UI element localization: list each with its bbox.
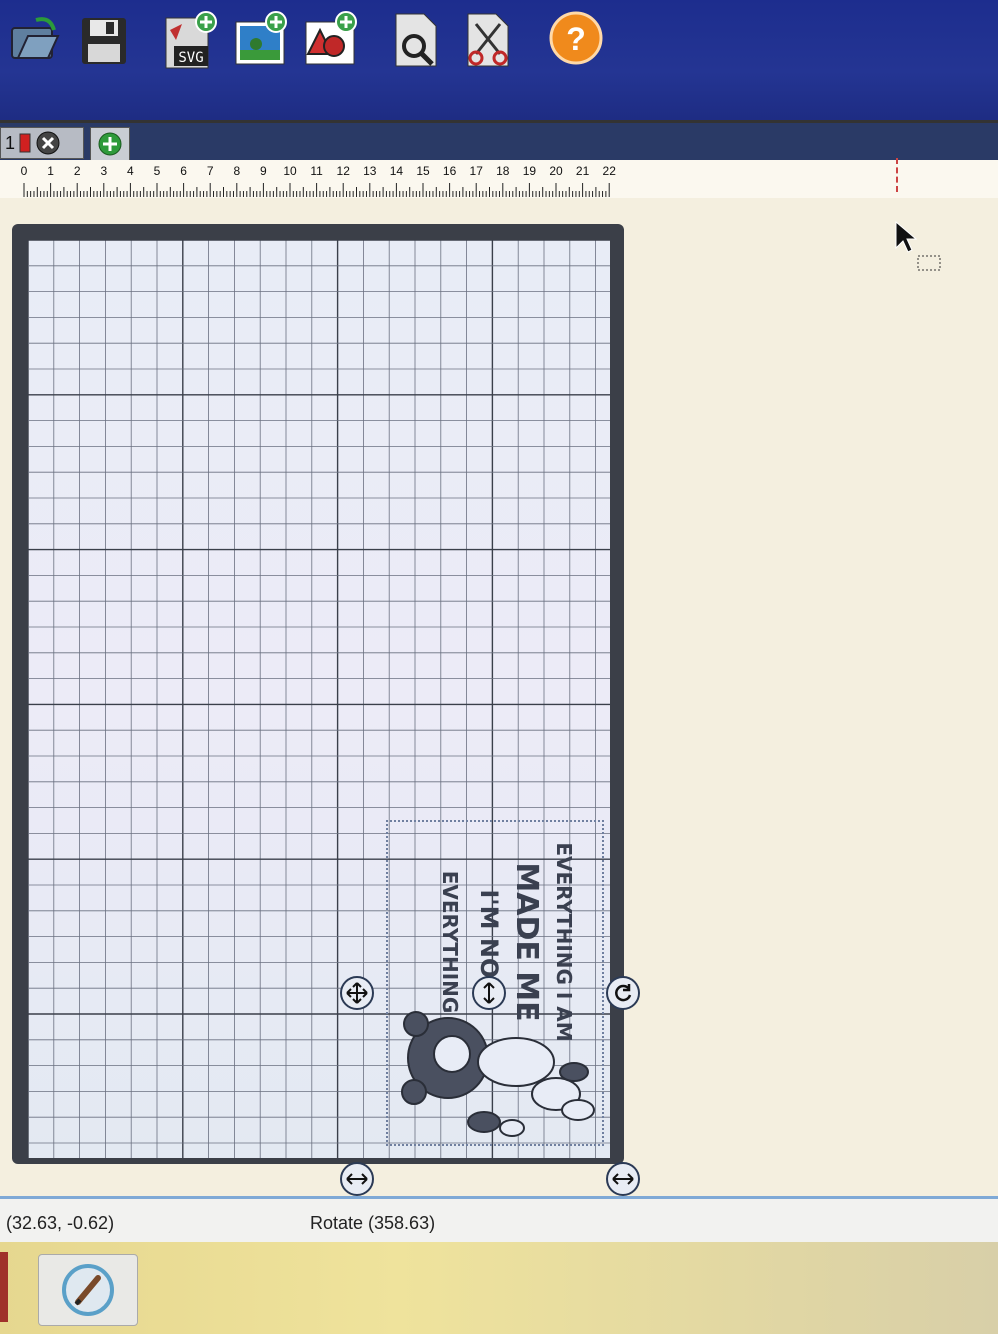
ruler-tick-label: 9 xyxy=(260,164,267,178)
design-text-line-1: EVERYTHING I AM xyxy=(552,842,576,1041)
ruler-tick-label: 5 xyxy=(154,164,161,178)
ruler-tick-label: 4 xyxy=(127,164,134,178)
ruler-tick-label: 21 xyxy=(576,164,590,178)
ruler-tick-label: 17 xyxy=(470,164,484,178)
taskbar-edge-item xyxy=(0,1252,8,1322)
ruler-tick-label: 6 xyxy=(180,164,187,178)
ruler-tick-label: 19 xyxy=(523,164,537,178)
design-canvas[interactable]: EVERYTHING I AM MADE ME I'M NOT EVERYTHI… xyxy=(0,158,998,1196)
import-image-icon xyxy=(235,11,287,65)
open-file-button[interactable] xyxy=(6,10,62,70)
help-icon: ? xyxy=(549,11,603,65)
scissors-page-icon xyxy=(467,13,509,67)
ruler-ticks: 0 1 2 3 4 5 6 7 8 9 10 11 12 13 14 15 16 17 18 19 20 21 22 xyxy=(21,164,617,197)
page-boundary-marker xyxy=(896,158,898,192)
resize-horizontal-right-handle[interactable] xyxy=(606,1162,640,1196)
pen-tool-icon xyxy=(62,1264,114,1316)
ruler-tick-label: 11 xyxy=(310,164,323,178)
horizontal-arrows-icon xyxy=(346,1173,368,1185)
taskbar-app-button[interactable] xyxy=(38,1254,138,1326)
cursor-position-readout: ; (32.63, -0.62) xyxy=(0,1213,115,1233)
ruler-tick-label: 22 xyxy=(603,164,617,178)
main-toolbar: SVG ? xyxy=(0,0,998,120)
import-svg-icon: SVG xyxy=(165,11,217,69)
magnifier-page-icon xyxy=(395,13,437,67)
floppy-disk-icon xyxy=(82,18,126,64)
page-tab-strip: 1 xyxy=(0,120,998,163)
page-number: 1 xyxy=(5,132,16,153)
ruler-tick-label: 12 xyxy=(337,164,351,178)
ruler-tick-label: 7 xyxy=(207,164,214,178)
ruler-tick-label: 16 xyxy=(443,164,457,178)
resize-vertical-handle[interactable] xyxy=(472,976,506,1010)
ruler-tick-label: 14 xyxy=(390,164,404,178)
resize-horizontal-left-handle[interactable] xyxy=(340,1162,374,1196)
design-text-line-4: EVERYTHING xyxy=(438,871,462,1014)
ruler-tick-label: 15 xyxy=(416,164,430,178)
mouse-cursor-icon xyxy=(895,220,941,271)
ruler-tick-label: 2 xyxy=(74,164,81,178)
svg-label: SVG xyxy=(178,50,203,66)
ruler-tick-label: 13 xyxy=(363,164,377,178)
plus-icon xyxy=(98,132,122,156)
ruler-tick-label: 3 xyxy=(100,164,107,178)
move-handle[interactable] xyxy=(340,976,374,1010)
ruler-tick-label: 20 xyxy=(549,164,563,178)
ruler-tick-label: 1 xyxy=(47,164,54,178)
horizontal-ruler: 0 1 2 3 4 5 6 7 8 9 10 11 12 13 14 15 16 17 18 19 20 21 22 xyxy=(0,160,998,199)
horizontal-arrows-icon xyxy=(612,1173,634,1185)
status-bar: ; (32.63, -0.62) Rotate (358.63) xyxy=(0,1196,998,1245)
mat-grid[interactable]: EVERYTHING I AM MADE ME I'M NOT EVERYTHI… xyxy=(27,239,640,1196)
vertical-arrows-icon xyxy=(483,982,495,1004)
page-tab[interactable]: 1 xyxy=(0,127,84,159)
page-color-swatch xyxy=(19,133,31,153)
open-folder-icon xyxy=(11,17,60,59)
ruler-tick-label: 10 xyxy=(283,164,297,178)
add-shapes-button[interactable] xyxy=(302,10,358,70)
cut-button[interactable] xyxy=(460,10,516,70)
rotate-readout: Rotate (358.63) xyxy=(310,1213,436,1233)
shapes-icon xyxy=(305,11,357,65)
ruler-tick-label: 18 xyxy=(496,164,510,178)
close-tab-icon[interactable] xyxy=(35,130,61,156)
save-button[interactable] xyxy=(76,10,132,70)
move-arrows-icon xyxy=(346,982,368,1004)
os-taskbar xyxy=(0,1242,998,1334)
svg-text:?: ? xyxy=(566,21,586,57)
rotate-handle[interactable] xyxy=(606,976,640,1010)
design-text-line-2: MADE ME xyxy=(509,862,544,1021)
rotate-arrow-icon xyxy=(615,984,632,1002)
ruler-tick-label: 8 xyxy=(233,164,240,178)
preview-button[interactable] xyxy=(388,10,444,70)
add-page-button[interactable] xyxy=(90,127,130,161)
help-button[interactable]: ? xyxy=(548,10,604,70)
import-svg-button[interactable]: SVG xyxy=(162,10,218,70)
ruler-tick-label: 0 xyxy=(21,164,28,178)
import-image-button[interactable] xyxy=(232,10,288,70)
